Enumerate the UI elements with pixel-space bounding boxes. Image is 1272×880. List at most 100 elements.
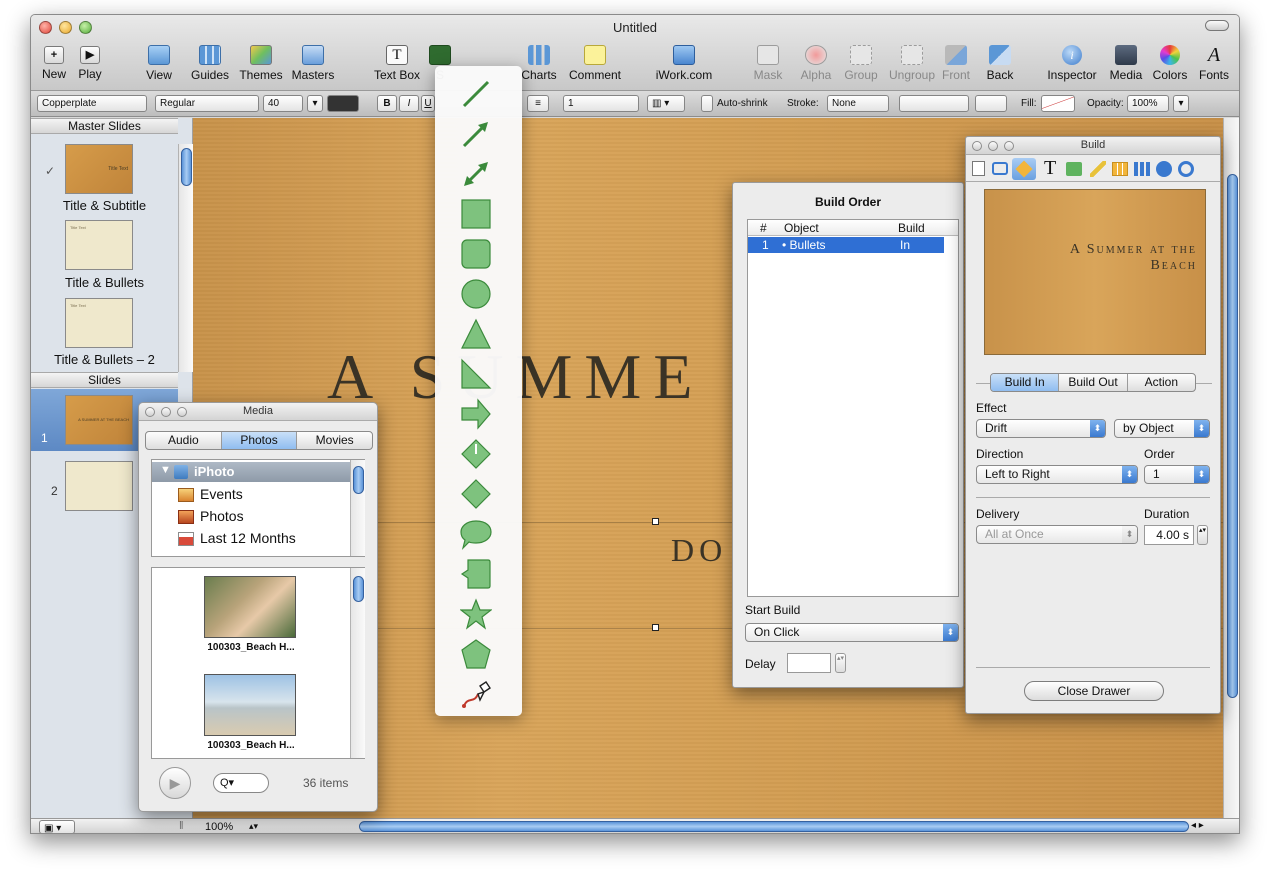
quicktime-inspector-icon[interactable] — [1178, 161, 1194, 177]
toolbar-ungroup-button[interactable]: Ungroup — [887, 45, 937, 82]
build-tabs[interactable]: Build In Build Out Action — [990, 373, 1196, 392]
panel-zoom-button[interactable] — [1004, 141, 1014, 151]
media-tree-scroll-thumb[interactable] — [353, 466, 364, 494]
double-arrow-shape-icon[interactable] — [460, 438, 492, 470]
delay-stepper[interactable]: ▴▾ — [835, 653, 846, 673]
tree-item-events[interactable]: Events — [200, 486, 243, 502]
stroke-width-popup[interactable] — [899, 95, 969, 112]
arrow-shape-icon[interactable] — [460, 398, 492, 430]
align-justify-button[interactable]: ≡ — [527, 95, 549, 112]
toolbar-masters-button[interactable]: Masters — [289, 45, 337, 82]
tab-movies[interactable]: Movies — [297, 432, 372, 449]
diamond-shape-icon[interactable] — [460, 478, 492, 510]
line-shape-icon[interactable] — [460, 78, 492, 110]
toolbar-mask-button[interactable]: Mask — [751, 45, 785, 82]
delay-field[interactable] — [787, 653, 831, 673]
star-shape-icon[interactable] — [460, 598, 492, 630]
opacity-stepper[interactable]: ▾ — [1173, 95, 1189, 112]
disclosure-triangle-icon[interactable]: ▼ — [160, 464, 171, 476]
toolbar-iwork-button[interactable]: iWork.com — [653, 45, 715, 82]
columns-popup[interactable]: ▥ ▾ — [647, 95, 685, 112]
photo-thumb-1[interactable] — [204, 576, 296, 638]
font-size-stepper[interactable]: ▾ — [307, 95, 323, 112]
selection-handle[interactable] — [652, 518, 659, 525]
text-inspector-icon[interactable]: T — [1044, 157, 1056, 180]
font-size-field[interactable]: 40 — [263, 95, 303, 112]
master-scroll-thumb[interactable] — [181, 148, 192, 186]
toolbar-comment-button[interactable]: Comment — [567, 45, 623, 82]
autoshrink-checkbox[interactable] — [701, 95, 713, 112]
close-drawer-button[interactable]: Close Drawer — [1024, 681, 1164, 701]
panel-zoom-button[interactable] — [177, 407, 187, 417]
toolbar-new-button[interactable]: + New — [37, 45, 71, 81]
arrow-line-shape-icon[interactable] — [460, 118, 492, 150]
line-spacing-popup[interactable]: 1 — [563, 95, 639, 112]
link-inspector-icon[interactable] — [1156, 161, 1172, 177]
table-row[interactable] — [748, 237, 944, 253]
canvas-vertical-scrollbar[interactable] — [1223, 118, 1239, 818]
stroke-popup[interactable]: None — [827, 95, 889, 112]
master-thumb-title-subtitle[interactable]: Title Text — [65, 144, 133, 194]
toolbar-guides-button[interactable]: Guides — [189, 45, 231, 82]
font-family-popup[interactable]: Copperplate — [37, 95, 147, 112]
media-search-field[interactable]: Q▾ — [213, 773, 269, 793]
toolbar-fonts-button[interactable]: A Fonts — [1197, 45, 1231, 82]
toolbar-charts-button[interactable]: Charts — [519, 45, 559, 82]
horizontal-scroll-thumb[interactable] — [359, 821, 1189, 832]
chart-inspector-icon[interactable] — [1134, 162, 1150, 176]
selection-handle[interactable] — [652, 624, 659, 631]
toolbar-toggle-button[interactable] — [1205, 20, 1229, 31]
toolbar-textbox-button[interactable]: T Text Box — [371, 45, 423, 82]
tab-action[interactable]: Action — [1128, 374, 1195, 391]
tab-build-out[interactable]: Build Out — [1059, 374, 1128, 391]
master-scrollbar[interactable] — [178, 144, 193, 372]
zoom-stepper-icon[interactable]: ▴▾ — [249, 821, 258, 832]
callout-shape-icon[interactable] — [460, 558, 492, 590]
circle-shape-icon[interactable] — [460, 278, 492, 310]
stroke-color-well[interactable] — [975, 95, 1007, 112]
pentagon-shape-icon[interactable] — [460, 638, 492, 670]
media-tree-scrollbar[interactable] — [350, 460, 365, 556]
pen-tool-icon[interactable] — [460, 678, 492, 710]
rounded-rectangle-shape-icon[interactable] — [460, 238, 492, 270]
rectangle-shape-icon[interactable] — [460, 198, 492, 230]
toolbar-play-button[interactable]: ▶ Play — [73, 45, 107, 81]
bold-button[interactable]: B — [377, 95, 397, 112]
tab-photos[interactable]: Photos — [221, 432, 298, 449]
text-color-well[interactable] — [327, 95, 359, 112]
photo-thumb-2[interactable] — [204, 674, 296, 736]
duration-field[interactable]: 4.00 s — [1144, 525, 1194, 545]
media-tabs[interactable]: Audio Photos Movies — [145, 431, 373, 450]
slide-thumb-1[interactable]: A Summer at the Beach — [65, 395, 133, 445]
underline-button[interactable]: U — [421, 95, 435, 112]
toolbar-back-button[interactable]: Back — [983, 45, 1017, 82]
double-arrow-line-shape-icon[interactable] — [460, 158, 492, 190]
tree-item-photos[interactable]: Photos — [200, 508, 244, 524]
opacity-field[interactable]: 100% — [1127, 95, 1169, 112]
toolbar-colors-button[interactable]: Colors — [1151, 45, 1189, 82]
italic-button[interactable]: I — [399, 95, 419, 112]
fill-color-well[interactable] — [1041, 95, 1075, 112]
master-thumb-title-bullets[interactable]: Title Text — [65, 220, 133, 270]
subtitle-text[interactable]: DO — [671, 532, 727, 569]
font-style-popup[interactable]: Regular — [155, 95, 259, 112]
document-inspector-icon[interactable] — [972, 161, 985, 176]
media-play-button[interactable]: ▶ — [159, 767, 191, 799]
start-build-popup[interactable]: On Click ⬍ — [745, 623, 959, 642]
view-options-button[interactable]: ▣ ▾ — [39, 820, 75, 833]
toolbar-view-button[interactable]: View — [139, 45, 179, 82]
split-handle-icon[interactable]: ‖ — [179, 820, 184, 832]
panel-close-button[interactable] — [145, 407, 155, 417]
toolbar-alpha-button[interactable]: Alpha — [799, 45, 833, 82]
tree-item-last-12-months[interactable]: Last 12 Months — [200, 530, 296, 546]
table-inspector-icon[interactable] — [1112, 162, 1128, 176]
toolbar-themes-button[interactable]: Themes — [237, 45, 285, 82]
graphic-inspector-icon[interactable] — [1066, 162, 1082, 176]
toolbar-group-button[interactable]: Group — [841, 45, 881, 82]
slide-inspector-icon[interactable] — [992, 162, 1008, 175]
triangle-shape-icon[interactable] — [460, 318, 492, 350]
media-photos-scrollbar[interactable] — [350, 568, 365, 758]
panel-minimize-button[interactable] — [988, 141, 998, 151]
order-popup[interactable]: 1 ⬍ — [1144, 465, 1210, 484]
right-triangle-shape-icon[interactable] — [460, 358, 492, 390]
